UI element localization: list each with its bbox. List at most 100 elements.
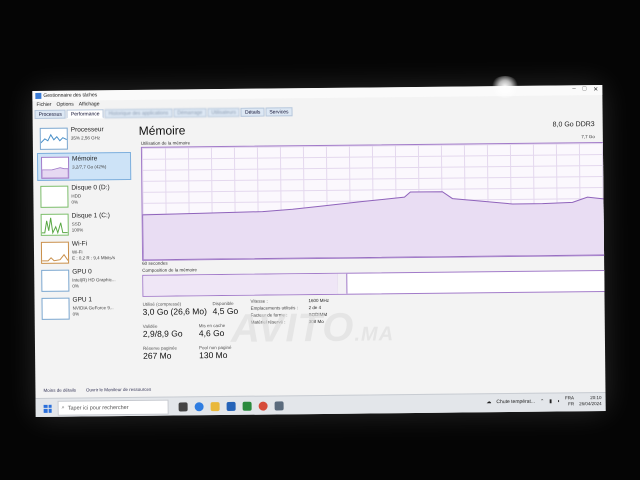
sidebar-item-label: Disque 0 (D:)	[71, 184, 110, 192]
tab-demarrage[interactable]: Démarrage	[173, 108, 207, 118]
memory-thumbnail	[40, 156, 70, 179]
sidebar-item-percent: 0%	[72, 283, 79, 289]
language-indicator[interactable]: FRA FR	[565, 395, 574, 407]
keyboard-layout: FR	[568, 401, 575, 407]
tab-services[interactable]: Services	[265, 107, 293, 117]
chrome-icon[interactable]	[258, 401, 268, 411]
page-title: Mémoire	[138, 123, 186, 138]
usage-graph-label: Utilisation de la mémoire	[140, 140, 191, 146]
graph-time-span: 60 secondes	[142, 260, 168, 266]
sidebar-item-percent: 100%	[71, 227, 84, 233]
memory-composition-bar	[142, 269, 606, 297]
sidebar-item-detail: 35% 2,56 GHz	[70, 135, 101, 141]
sidebar-item-memoire[interactable]: Mémoire 3,2/7,7 Go (42%)	[36, 151, 132, 181]
avito-watermark: AVITO.MA	[231, 305, 395, 352]
task-view-icon[interactable]	[178, 402, 188, 412]
sidebar-item-detail: Intel(R) HD Graphic...	[72, 277, 116, 283]
app-icon[interactable]	[274, 401, 284, 411]
cpu-thumbnail	[39, 127, 68, 150]
minimize-icon[interactable]: –	[572, 86, 575, 93]
taskbar-search[interactable]: ⌕ Taper ici pour rechercher	[57, 399, 169, 416]
stat-paged-pool: Réserve paginée 267 Mo	[143, 345, 177, 360]
sidebar-item-disque-1[interactable]: Disque 1 (C:) SSD 100%	[38, 210, 132, 237]
sidebar-item-disque-0[interactable]: Disque 0 (D:) HDD 0%	[37, 182, 131, 209]
task-manager-icon	[35, 92, 42, 99]
sidebar-item-detail: HDD	[71, 193, 82, 199]
sidebar-item-wifi[interactable]: Wi-Fi Wi-Fi E : 0,2 R : 9,4 Mbits/s	[38, 238, 132, 265]
clock-date: 26/04/2024	[579, 401, 602, 407]
menu-fichier[interactable]: Fichier	[36, 102, 51, 108]
gpu1-thumbnail	[41, 297, 70, 320]
fewer-details-link[interactable]: Moins de détails	[43, 388, 76, 393]
sidebar-item-processeur[interactable]: Processeur 35% 2,56 GHz	[37, 124, 131, 151]
stat-value: 130 Mo	[199, 349, 228, 361]
screen-glare	[490, 76, 520, 98]
search-icon: ⌕	[61, 404, 65, 411]
maximize-icon[interactable]: □	[583, 86, 587, 93]
sidebar-item-percent: 0%	[71, 199, 79, 205]
sidebar-item-detail: NVIDIA GeForce 9...	[72, 305, 114, 311]
total-memory: 8,0 Go DDR3	[552, 121, 595, 129]
disk0-thumbnail	[40, 185, 69, 208]
wifi-thumbnail	[40, 241, 70, 264]
task-manager-taskbar-icon[interactable]	[242, 401, 252, 411]
file-explorer-icon[interactable]	[210, 402, 220, 412]
close-icon[interactable]: ✕	[593, 86, 598, 93]
windows-start-icon[interactable]	[43, 404, 52, 413]
window-footer: Moins de détails Ouvrir le Moniteur de r…	[43, 387, 151, 393]
disk1-thumbnail	[40, 213, 69, 236]
speed-value: 1600 MHz	[308, 297, 330, 304]
language-code: FRA	[564, 395, 575, 401]
watermark-main: AVITO	[230, 305, 355, 351]
tab-utilisateurs[interactable]: Utilisateurs	[207, 107, 241, 118]
stat-value: 4,6 Go	[198, 327, 225, 339]
clock[interactable]: 20:10 26/04/2024	[579, 395, 602, 407]
sidebar-item-label: GPU 1	[72, 296, 93, 304]
window-title: Gestionnaire des tâches	[43, 92, 98, 99]
weather-icon: ☁	[486, 399, 492, 406]
composition-in-use	[143, 273, 339, 296]
sidebar-item-rate: E : 0,2 R : 9,4 Mbits/s	[72, 255, 116, 261]
sidebar-item-label: GPU 0	[72, 268, 92, 276]
gpu0-thumbnail	[41, 269, 70, 292]
stat-value: 2,9/8,9 Go	[142, 328, 183, 339]
sidebar-item-detail: 3,2/7,7 Go (42%)	[72, 164, 107, 170]
volume-icon[interactable]: ◖	[557, 398, 560, 404]
tray-overflow-icon[interactable]: ⌃	[540, 399, 544, 405]
sidebar-item-gpu-0[interactable]: GPU 0 Intel(R) HD Graphic... 0%	[38, 266, 132, 293]
clock-time: 20:10	[590, 395, 602, 401]
sidebar-item-label: Wi-Fi	[71, 240, 88, 248]
menu-affichage[interactable]: Affichage	[79, 101, 100, 107]
tab-strip: Processus Performance Historique des app…	[34, 107, 294, 119]
memory-usage-area	[142, 191, 606, 260]
taskbar: ⌕ Taper ici pour rechercher ☁ Chute temp…	[35, 392, 606, 417]
pinned-apps	[178, 401, 284, 412]
tab-processus[interactable]: Processus	[34, 109, 66, 119]
stat-used: Utilisé (compressé) 3,0 Go (26,6 Mo)	[142, 301, 207, 317]
search-placeholder: Taper ici pour rechercher	[67, 404, 129, 412]
tab-performance[interactable]: Performance	[66, 109, 104, 119]
sidebar-item-label: Disque 1 (C:)	[71, 212, 110, 220]
tab-historique[interactable]: Historique des applications	[104, 108, 173, 119]
sidebar-item-gpu-1[interactable]: GPU 1 NVIDIA GeForce 9... 0%	[38, 294, 132, 321]
stat-committed: Validée 2,9/8,9 Go	[142, 323, 183, 339]
store-icon[interactable]	[226, 401, 236, 411]
sidebar-item-percent: 0%	[72, 311, 80, 317]
tab-details[interactable]: Détails	[240, 107, 265, 117]
weather-text[interactable]: Chute températ...	[496, 399, 535, 405]
composition-modified	[337, 273, 348, 294]
speed-label: Vitesse :	[250, 298, 268, 304]
stat-nonpaged-pool: Pool non paginé 130 Mo	[199, 345, 232, 360]
edge-icon[interactable]	[194, 402, 204, 412]
sidebar-item-label: Processeur	[70, 126, 104, 134]
performance-sidebar: Processeur 35% 2,56 GHz Mémoire 3,2/7,7 …	[36, 124, 134, 395]
sidebar-item-detail: SSD	[71, 221, 81, 227]
stat-value: 3,0 Go (26,6 Mo)	[142, 306, 207, 317]
sidebar-item-label: Mémoire	[71, 155, 98, 163]
stat-value: 267 Mo	[143, 350, 172, 361]
menu-options[interactable]: Options	[56, 102, 73, 108]
task-manager-window: Gestionnaire des tâches – □ ✕ Fichier Op…	[32, 85, 606, 417]
network-icon[interactable]: ▮	[549, 399, 552, 405]
memory-usage-graph	[140, 142, 606, 261]
stat-cached: Mis en cache 4,6 Go	[199, 323, 226, 338]
